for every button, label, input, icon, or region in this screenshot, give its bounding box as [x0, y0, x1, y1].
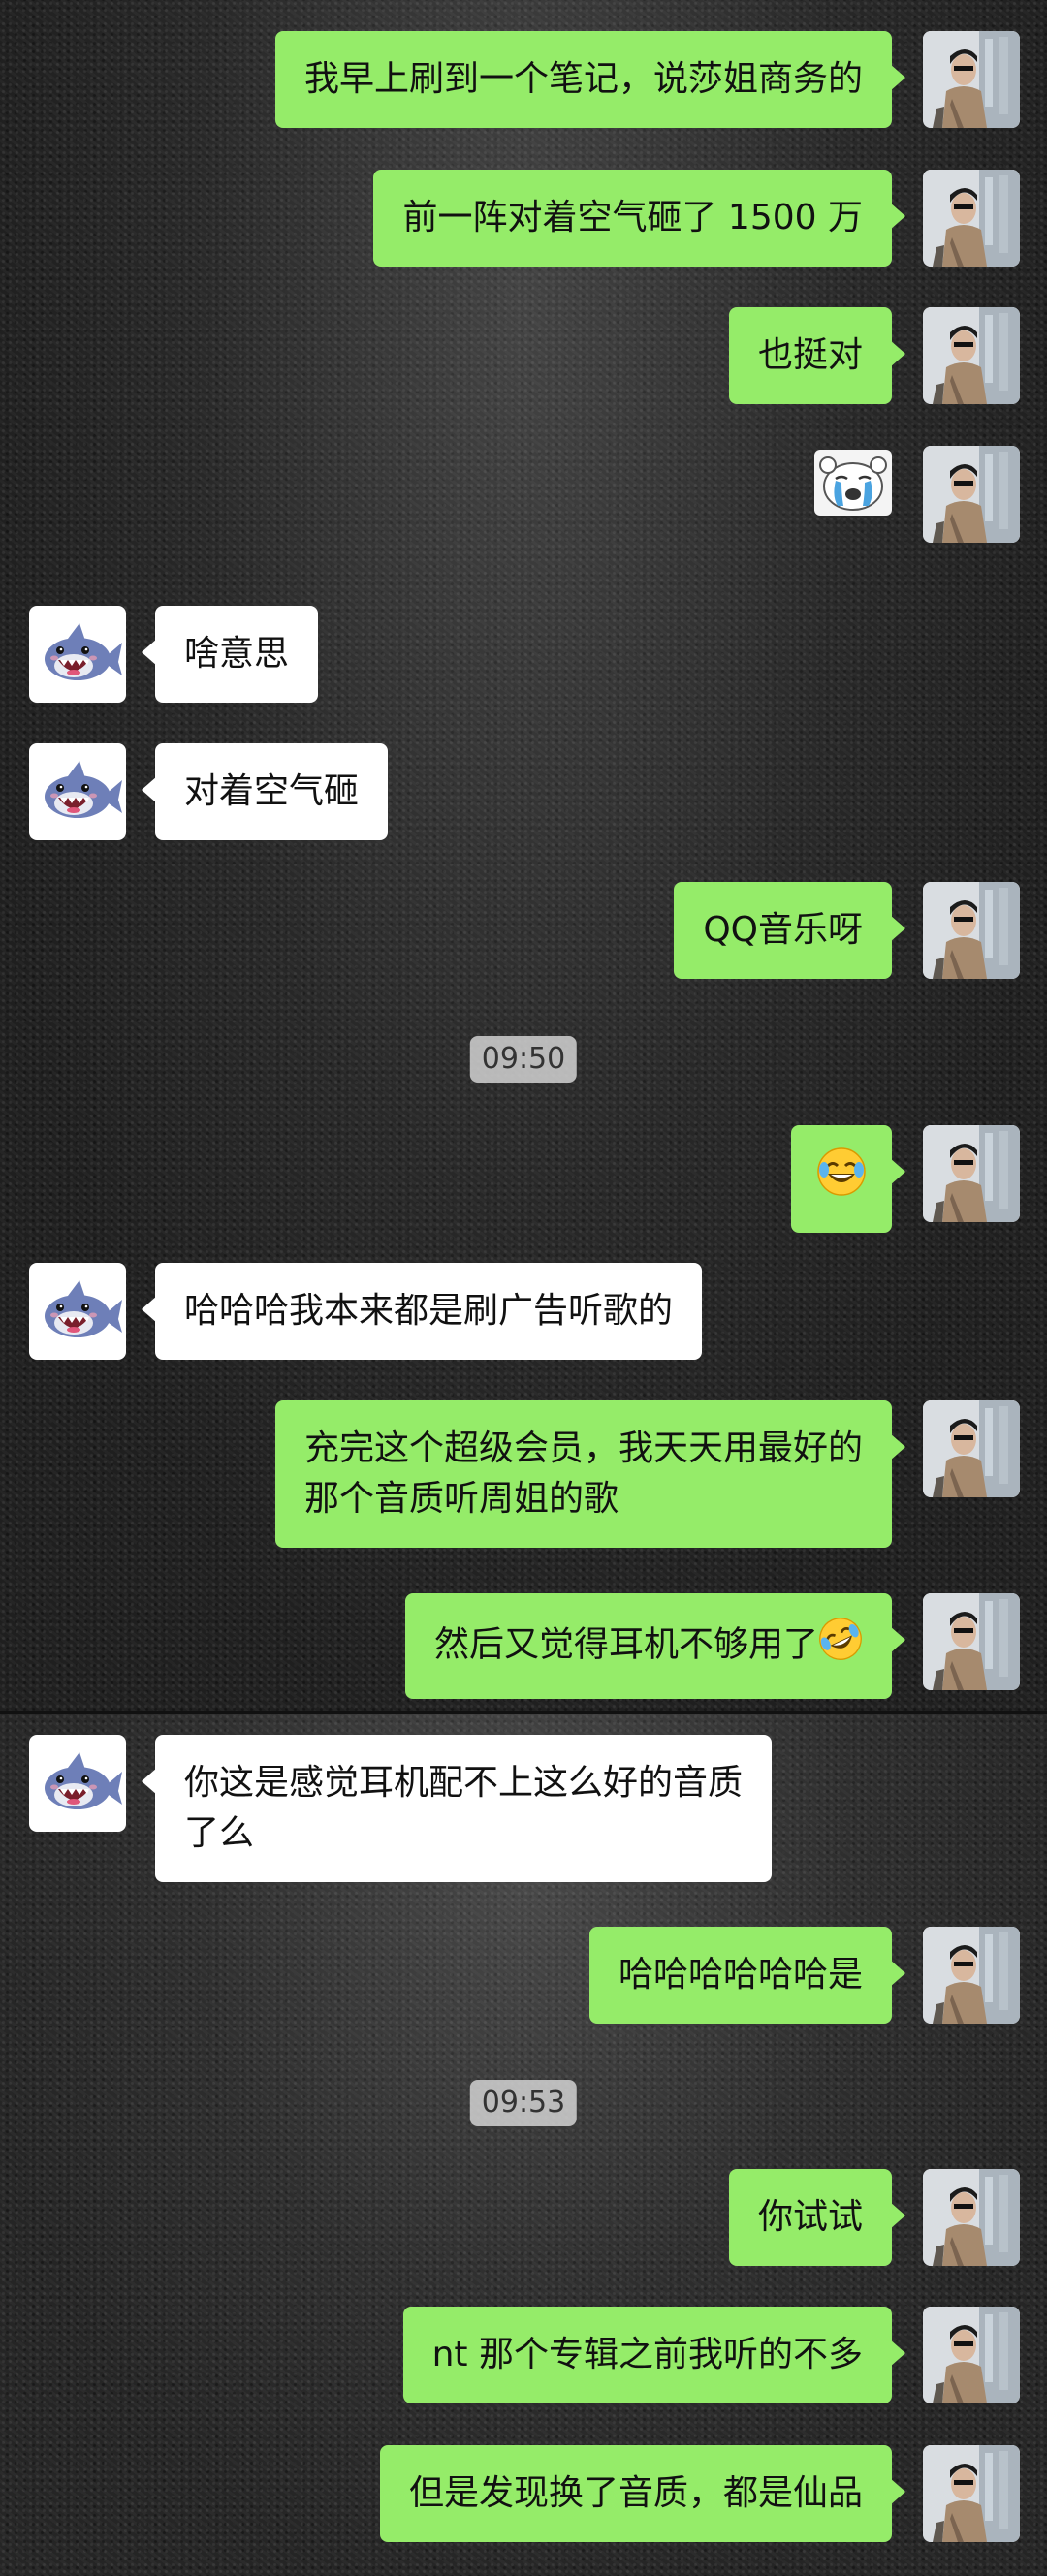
incoming-message-bubble[interactable]: 对着空气砸: [141, 743, 389, 840]
crying-cartoon-sticker[interactable]: [814, 450, 892, 516]
friend-avatar-shark[interactable]: [29, 1263, 126, 1360]
incoming-message-bubble[interactable]: 哈哈哈我本来都是刷广告听歌的: [141, 1263, 703, 1360]
message-line: 那个音质听周姐的歌: [303, 1479, 619, 1519]
friend-avatar-shark[interactable]: [29, 743, 126, 840]
message-line: 了么: [184, 1813, 255, 1853]
timestamp: 09:53: [469, 2080, 578, 2126]
incoming-message-bubble[interactable]: 啥意思: [141, 606, 319, 703]
outgoing-message-bubble[interactable]: 哈哈哈哈哈哈是: [588, 1927, 906, 2024]
outgoing-message-bubble[interactable]: 也挺对: [728, 307, 906, 404]
my-avatar[interactable]: [923, 446, 1020, 543]
outgoing-message-bubble[interactable]: nt 那个专辑之前我听的不多: [402, 2307, 906, 2403]
friend-avatar-shark[interactable]: [29, 1735, 126, 1832]
outgoing-message-bubble[interactable]: QQ音乐呀: [674, 882, 905, 979]
outgoing-message-bubble[interactable]: 你试试: [728, 2169, 906, 2266]
outgoing-message-bubble[interactable]: 充完这个超级会员，我天天用最好的 那个音质听周姐的歌: [274, 1400, 906, 1548]
outgoing-message-bubble[interactable]: [791, 1125, 905, 1233]
rofl-emoji: [818, 1617, 863, 1676]
my-avatar[interactable]: [923, 2307, 1020, 2403]
my-avatar[interactable]: [923, 882, 1020, 979]
my-avatar[interactable]: [923, 170, 1020, 267]
my-avatar[interactable]: [923, 2169, 1020, 2266]
my-avatar[interactable]: [923, 1125, 1020, 1222]
friend-avatar-shark[interactable]: [29, 606, 126, 703]
screenshot-divider: [0, 1711, 1047, 1714]
my-avatar[interactable]: [923, 307, 1020, 404]
my-avatar[interactable]: [923, 1400, 1020, 1497]
outgoing-message-bubble[interactable]: 但是发现换了音质，都是仙品: [379, 2445, 906, 2542]
incoming-message-bubble[interactable]: 你这是感觉耳机配不上这么好的音质 了么: [141, 1735, 773, 1882]
my-avatar[interactable]: [923, 1927, 1020, 2024]
my-avatar[interactable]: [923, 1593, 1020, 1690]
timestamp: 09:50: [469, 1036, 578, 1083]
my-avatar[interactable]: [923, 2445, 1020, 2542]
outgoing-message-bubble[interactable]: 然后又觉得耳机不够用了: [404, 1593, 906, 1699]
message-line: 充完这个超级会员，我天天用最好的: [303, 1429, 863, 1468]
message-line: 你这是感觉耳机配不上这么好的音质: [184, 1763, 744, 1803]
outgoing-message-bubble[interactable]: 前一阵对着空气砸了 1500 万: [373, 170, 905, 267]
message-text: 然后又觉得耳机不够用了: [433, 1624, 818, 1665]
laughing-tears-emoji: [816, 1147, 867, 1211]
outgoing-message-bubble[interactable]: 我早上刷到一个笔记，说莎姐商务的: [274, 31, 906, 128]
my-avatar[interactable]: [923, 31, 1020, 128]
